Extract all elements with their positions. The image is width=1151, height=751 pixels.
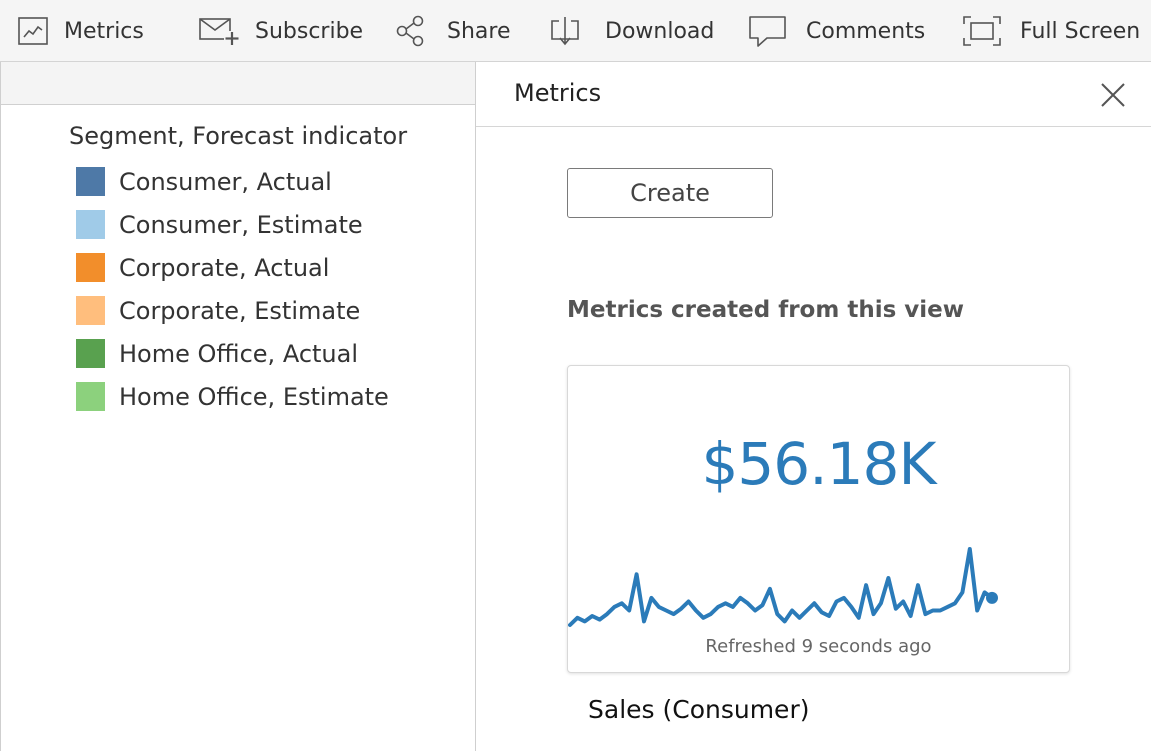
metric-card[interactable]: $56.18K Refreshed 9 seconds ago [567, 365, 1070, 673]
download-label: Download [605, 18, 715, 44]
share-label: Share [447, 18, 511, 44]
view-pane: Segment, Forecast indicator Consumer, Ac… [0, 62, 476, 751]
legend-label: Home Office, Estimate [119, 382, 389, 411]
legend-item[interactable]: Corporate, Estimate [76, 289, 407, 332]
download-tray-icon [549, 15, 581, 47]
sparkline-last-point [986, 591, 998, 604]
metrics-button[interactable]: Metrics [18, 0, 144, 62]
color-legend: Segment, Forecast indicator Consumer, Ac… [69, 122, 407, 418]
speech-bubble-icon [748, 14, 788, 48]
metrics-label: Metrics [64, 18, 144, 44]
line-chart-icon [18, 17, 48, 45]
legend-swatch [76, 296, 105, 325]
legend-title: Segment, Forecast indicator [69, 122, 408, 150]
legend-swatch [76, 339, 105, 368]
panel-title: Metrics [514, 79, 602, 107]
subscribe-label: Subscribe [255, 18, 364, 44]
legend-item[interactable]: Home Office, Actual [76, 332, 407, 375]
view-header-strip [1, 62, 475, 105]
legend-item[interactable]: Corporate, Actual [76, 246, 407, 289]
metric-name[interactable]: Sales (Consumer) [588, 695, 809, 724]
comments-label: Comments [806, 18, 926, 44]
share-button[interactable]: Share [395, 0, 511, 62]
toolbar: Metrics Subscribe Share Download Comment… [0, 0, 1151, 62]
legend-label: Home Office, Actual [119, 339, 359, 368]
legend-swatch [76, 382, 105, 411]
legend-label: Consumer, Estimate [119, 210, 363, 239]
legend-swatch [76, 253, 105, 282]
comments-button[interactable]: Comments [748, 0, 925, 62]
sparkline-chart [568, 547, 998, 627]
close-icon[interactable] [1100, 82, 1126, 108]
fullscreen-label: Full Screen [1020, 18, 1141, 44]
create-button[interactable]: Create [567, 168, 773, 218]
refreshed-status: Refreshed 9 seconds ago [705, 636, 932, 657]
metrics-panel: Metrics Create Metrics created from this… [476, 62, 1151, 751]
share-nodes-icon [395, 15, 427, 47]
download-button[interactable]: Download [549, 0, 714, 62]
fullscreen-icon [962, 15, 1002, 47]
fullscreen-button[interactable]: Full Screen [962, 0, 1140, 62]
section-title: Metrics created from this view [567, 297, 964, 323]
envelope-plus-icon [198, 16, 242, 46]
legend-item[interactable]: Consumer, Estimate [76, 203, 407, 246]
metric-value: $56.18K [701, 430, 937, 498]
subscribe-button[interactable]: Subscribe [198, 0, 363, 62]
sparkline-line [568, 547, 994, 627]
legend-item[interactable]: Home Office, Estimate [76, 375, 407, 418]
legend-label: Consumer, Actual [119, 167, 332, 196]
legend-item[interactable]: Consumer, Actual [76, 160, 407, 203]
legend-swatch [76, 210, 105, 239]
legend-label: Corporate, Actual [119, 253, 330, 282]
panel-header: Metrics [476, 62, 1151, 127]
legend-label: Corporate, Estimate [119, 296, 361, 325]
legend-swatch [76, 167, 105, 196]
